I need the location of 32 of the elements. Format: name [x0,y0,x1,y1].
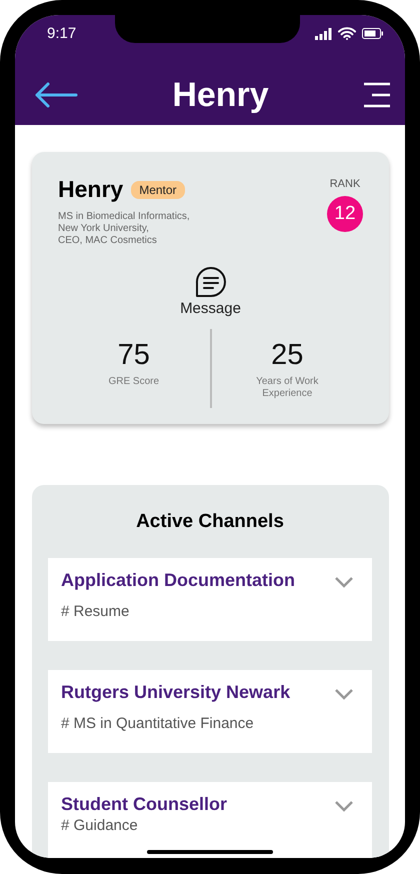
channel-tag: # Guidance [61,817,334,834]
channel-name: Rutgers University Newark [61,682,292,703]
wifi-icon [338,27,356,40]
status-time: 9:17 [47,24,76,44]
chat-bubble-icon [194,267,226,298]
battery-icon [362,28,383,39]
channel-item[interactable]: Application Documentation # Resume [48,558,372,641]
role-badge: Mentor [131,180,185,198]
stat-label: GRE Score [107,376,160,388]
menu-button[interactable] [363,82,391,108]
page-title: Henry [172,76,269,114]
rank-badge: 12 [327,196,363,232]
back-button[interactable] [34,81,78,109]
channel-name: Application Documentation [61,570,296,591]
stat-value: 75 [118,339,150,372]
back-arrow-icon [34,81,78,109]
mentor-detail: New York University, [58,223,150,235]
message-button[interactable]: Message [180,267,241,317]
channel-name: Student Counsellor [61,794,228,815]
mentor-detail: MS in Biomedical Informatics, [58,211,190,223]
channel-tag: # Resume [61,603,334,620]
channel-tag: # MS in Quantitative Finance [61,715,334,732]
mentor-name: Henry [58,176,124,203]
channel-item[interactable]: Rutgers University Newark # MS in Quantitative Finance [48,670,372,753]
signal-icon [315,28,332,40]
menu-icon [363,82,391,108]
section-title: Active Channels [135,511,285,533]
stat-label: Years of Work Experience [255,376,320,400]
stat-value: 25 [271,339,304,372]
channel-item[interactable]: Student Counsellor # Guidance [48,782,372,858]
rank-label: RANK [330,178,360,190]
mentor-detail: CEO, MAC Cosmetics [58,235,158,247]
